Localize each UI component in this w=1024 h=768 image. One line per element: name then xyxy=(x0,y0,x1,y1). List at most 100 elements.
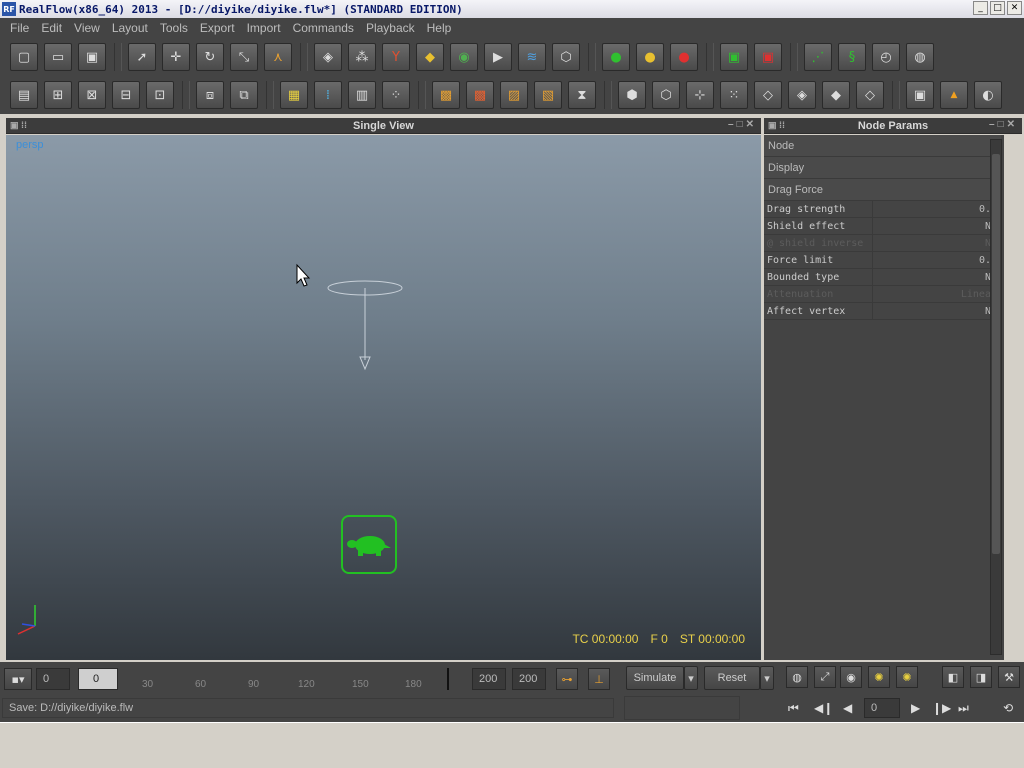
param-value[interactable]: No xyxy=(873,218,1001,234)
mesh-preview-icon[interactable]: ◍ xyxy=(786,666,808,688)
current-frame-field[interactable]: 0 xyxy=(78,668,118,690)
scatter-icon[interactable]: ⁙ xyxy=(720,81,748,109)
axis-gizmo-icon[interactable]: ⋏ xyxy=(264,43,292,71)
timer-icon[interactable]: ◴ xyxy=(872,43,900,71)
max-frame-field[interactable]: 200 xyxy=(512,668,546,690)
wave-icon[interactable]: ≋ xyxy=(518,43,546,71)
box-open-icon[interactable]: ⧉ xyxy=(230,81,258,109)
frame-icon[interactable]: ⊹ xyxy=(686,81,714,109)
emitter-icon[interactable]: ◈ xyxy=(314,43,342,71)
sphere-wire-icon[interactable]: ⬡ xyxy=(652,81,680,109)
param-value[interactable]: No xyxy=(873,303,1001,319)
step-back-icon[interactable]: ◀❙ xyxy=(814,701,833,715)
end-frame-field[interactable]: 200 xyxy=(472,668,506,690)
select-arrow-icon[interactable]: ➚ xyxy=(128,43,156,71)
reset-button[interactable]: Reset xyxy=(704,666,760,690)
grid-link-icon[interactable]: ⊟ xyxy=(112,81,140,109)
cube-white-icon[interactable]: ◆ xyxy=(822,81,850,109)
panel-dock-icon[interactable]: ▣ ⁞⁞ xyxy=(768,120,785,131)
playback-frame-field[interactable]: 0 xyxy=(864,698,900,718)
section-drag-force[interactable]: Drag Force xyxy=(764,179,1001,201)
yellow-light-icon[interactable]: ● xyxy=(636,43,664,71)
menu-layout[interactable]: Layout xyxy=(106,21,154,35)
param-row[interactable]: Affect vertex No xyxy=(764,303,1001,320)
texture-3-icon[interactable]: ▨ xyxy=(500,81,528,109)
export-render-icon[interactable]: ◐ xyxy=(974,81,1002,109)
menu-commands[interactable]: Commands xyxy=(287,21,360,35)
render-settings-icon[interactable]: ▣ xyxy=(906,81,934,109)
ruler-icon[interactable]: ▥ xyxy=(348,81,376,109)
grid-check-icon[interactable]: ⊠ xyxy=(78,81,106,109)
wrench-icon[interactable]: ⚒ xyxy=(998,666,1020,688)
menu-import[interactable]: Import xyxy=(241,21,287,35)
play-icon[interactable]: ▶ xyxy=(911,701,920,715)
graph-view-icon[interactable]: ⤢ xyxy=(814,666,836,688)
param-row[interactable]: Drag strength 0.1 xyxy=(764,201,1001,218)
camera-icon[interactable]: ▶ xyxy=(484,43,512,71)
hourglass-icon[interactable]: ⧗ xyxy=(568,81,596,109)
param-value[interactable]: 0.0 xyxy=(873,252,1001,268)
simulate-dropdown-icon[interactable]: ▾ xyxy=(684,666,698,690)
menu-help[interactable]: Help xyxy=(421,21,458,35)
menu-export[interactable]: Export xyxy=(194,21,241,35)
section-node[interactable]: Node xyxy=(764,135,1001,157)
param-row[interactable]: Bounded type No xyxy=(764,269,1001,286)
start-frame-field[interactable]: 0 xyxy=(36,668,70,690)
particles-gear-icon[interactable]: ✺ xyxy=(868,666,890,688)
param-value[interactable]: No xyxy=(873,269,1001,285)
reset-dropdown-icon[interactable]: ▾ xyxy=(760,666,774,690)
grid-curve-icon[interactable]: ⊡ xyxy=(146,81,174,109)
scale-icon[interactable]: ⤡ xyxy=(230,43,258,71)
texture-4-icon[interactable]: ▧ xyxy=(534,81,562,109)
params-scrollbar[interactable] xyxy=(990,139,1002,655)
network-icon[interactable]: ◍ xyxy=(906,43,934,71)
panel-dock-icon[interactable]: ▣ ⁞⁞ xyxy=(10,120,27,131)
fire-icon[interactable]: ▲ xyxy=(940,81,968,109)
particles-icon[interactable]: ⁂ xyxy=(348,43,376,71)
simulate-button[interactable]: Simulate xyxy=(626,666,684,690)
clipboard-icon[interactable]: ▦ xyxy=(280,81,308,109)
camera-right-icon[interactable]: ◨ xyxy=(970,666,992,688)
save-green-icon[interactable]: ▣ xyxy=(720,43,748,71)
new-file-icon[interactable]: ▢ xyxy=(10,43,38,71)
object-cube-icon[interactable]: ◆ xyxy=(416,43,444,71)
texture-1-icon[interactable]: ▩ xyxy=(432,81,460,109)
panel-window-controls[interactable]: –□✕ xyxy=(989,119,1018,130)
texture-2-icon[interactable]: ▩ xyxy=(466,81,494,109)
box-icon[interactable]: ⧈ xyxy=(196,81,224,109)
param-row[interactable]: Shield effect No xyxy=(764,218,1001,235)
scrollbar-thumb[interactable] xyxy=(992,154,1000,554)
key-set-icon[interactable]: ⊥ xyxy=(588,668,610,690)
param-row[interactable]: Force limit 0.0 xyxy=(764,252,1001,269)
cube-light-icon[interactable]: ◇ xyxy=(856,81,884,109)
step-forward-icon[interactable]: ❙▶ xyxy=(932,701,951,715)
go-start-icon[interactable]: ⏮ xyxy=(788,701,799,716)
green-light-icon[interactable]: ● xyxy=(602,43,630,71)
sphere-dots-icon[interactable]: ⬢ xyxy=(618,81,646,109)
rotate-icon[interactable]: ↻ xyxy=(196,43,224,71)
open-folder-icon[interactable]: ▭ xyxy=(44,43,72,71)
cube-solid-icon[interactable]: ◈ xyxy=(788,81,816,109)
save-red-icon[interactable]: ▣ xyxy=(754,43,782,71)
move-icon[interactable]: ✛ xyxy=(162,43,190,71)
hybrido-icon[interactable]: ⬡ xyxy=(552,43,580,71)
panel-window-controls[interactable]: –□✕ xyxy=(728,119,757,130)
loop-icon[interactable]: ⟲ xyxy=(1003,701,1013,715)
key-range-icon[interactable]: ⊶ xyxy=(556,668,578,690)
3d-viewport[interactable]: persp TC 00:00:00 F 0 ST 00:00:00 xyxy=(6,135,761,660)
dots-column-icon[interactable]: ⁞ xyxy=(314,81,342,109)
dots-circle-icon[interactable]: ⁘ xyxy=(382,81,410,109)
save-icon[interactable]: ▣ xyxy=(78,43,106,71)
script-icon[interactable]: § xyxy=(838,43,866,71)
timeline-options-icon[interactable]: ▪▾ xyxy=(4,668,32,690)
param-value[interactable]: 0.1 xyxy=(873,201,1001,217)
minimize-button[interactable]: _ xyxy=(973,1,988,15)
graph-icon[interactable]: ⋰ xyxy=(804,43,832,71)
section-display[interactable]: Display xyxy=(764,157,1001,179)
camera-left-icon[interactable]: ◧ xyxy=(942,666,964,688)
grid-add-icon[interactable]: ⊞ xyxy=(44,81,72,109)
eye-icon[interactable]: ◉ xyxy=(840,666,862,688)
play-back-icon[interactable]: ◀ xyxy=(843,701,852,715)
menu-view[interactable]: View xyxy=(68,21,106,35)
menu-file[interactable]: File xyxy=(4,21,35,35)
